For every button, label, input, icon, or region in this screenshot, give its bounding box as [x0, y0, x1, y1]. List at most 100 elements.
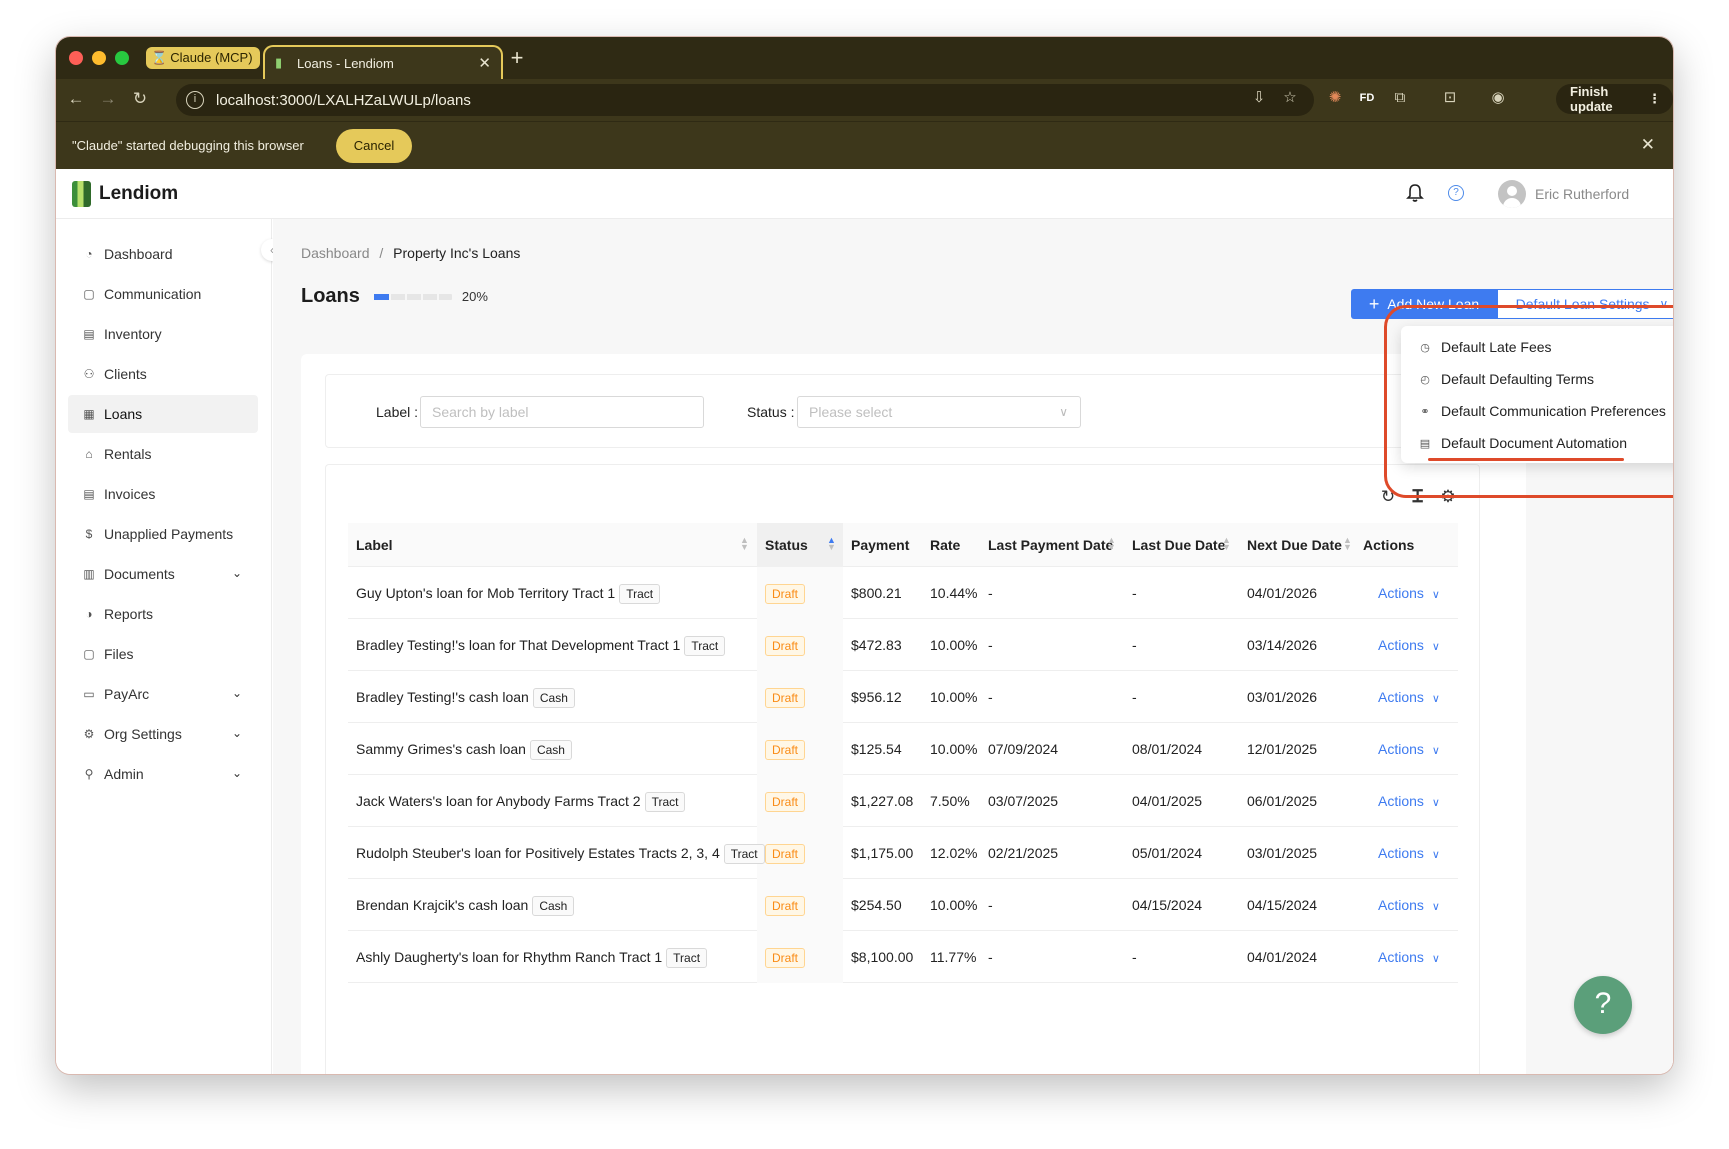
menu-item-label: Default Communication Preferences — [1441, 403, 1666, 419]
row-actions-dropdown[interactable]: Actions ∨ — [1370, 671, 1440, 723]
brand-logo[interactable]: Lendiom — [72, 181, 178, 207]
menu-item-default-document-automation[interactable]: ▤ Default Document Automation — [1401, 427, 1673, 459]
reload-icon[interactable]: ↻ — [128, 87, 152, 111]
help-icon[interactable]: ? — [1448, 185, 1464, 201]
close-infobar-icon[interactable]: ✕ — [1641, 135, 1655, 155]
forward-icon[interactable]: → — [96, 87, 120, 111]
cell-status: Draft — [757, 827, 806, 879]
cell-label: Rudolph Steuber's loan for Positively Es… — [348, 827, 765, 879]
sidebar: ◔ Dashboard ▢ Communication ▤ Inventory ⚇ Clien… — [56, 219, 272, 1074]
sidebar-item-reports[interactable]: ◑ Reports — [68, 595, 258, 633]
cell-label: Guy Upton's loan for Mob Territory Tract… — [348, 567, 661, 619]
column-header-status[interactable]: Status ▲ ▼ — [757, 523, 836, 567]
chevron-down-icon: ⌄ — [231, 686, 242, 700]
cancel-debugging-button[interactable]: Cancel — [336, 129, 412, 163]
cell-last-payment: 02/21/2025 — [988, 845, 1059, 861]
table-row: Bradley Testing!'s cash loan Cash Draft $95… — [348, 671, 1458, 723]
chevron-down-icon: ∨ — [1431, 901, 1440, 913]
sidebar-item-invoices[interactable]: ▤ Invoices — [68, 475, 258, 513]
sidebar-item-payarc[interactable]: ▭ PayArc ⌄ — [68, 675, 258, 713]
install-app-icon[interactable]: ⇩ — [1248, 87, 1270, 109]
status-select[interactable]: Please select ∨ — [797, 396, 1081, 428]
address-bar[interactable]: i localhost:3000/LXALHZaLWULp/loans — [176, 84, 1314, 116]
new-tab-button[interactable]: + — [505, 45, 529, 71]
tab-group-chip[interactable]: ⌛ Claude (MCP) — [146, 47, 260, 69]
row-actions-dropdown[interactable]: Actions ∨ — [1370, 567, 1440, 619]
sidebar-item-org-settings[interactable]: ⚙ Org Settings ⌄ — [68, 715, 258, 753]
row-actions-dropdown[interactable]: Actions ∨ — [1370, 619, 1440, 671]
minimize-window-button[interactable] — [92, 51, 106, 65]
extensions-puzzle-icon[interactable]: ⧉ — [1389, 87, 1411, 109]
app: Lendiom ? Eric Rutherford ◔ Dashboard ▢ Com… — [56, 169, 1673, 1074]
row-actions-dropdown[interactable]: Actions ∨ — [1370, 931, 1440, 983]
menu-item-default-defaulting-terms[interactable]: ◴ Default Defaulting Terms — [1401, 363, 1673, 395]
menu-item-label: Default Late Fees — [1441, 339, 1552, 355]
sidebar-item-documents[interactable]: ▥ Documents ⌄ — [68, 555, 258, 593]
status-badge: Draft — [765, 584, 806, 605]
sidebar-item-label: Org Settings — [104, 726, 182, 742]
maximize-window-button[interactable] — [115, 51, 129, 65]
help-chat-button[interactable]: ? — [1574, 976, 1632, 1034]
progress-fill — [373, 293, 390, 300]
breadcrumb-dashboard[interactable]: Dashboard — [301, 245, 370, 261]
table-settings-gear-icon[interactable]: ⚙ — [1438, 487, 1458, 507]
back-icon[interactable]: ← — [64, 87, 88, 111]
sort-icon: ▲ ▼ — [1343, 535, 1352, 552]
sidebar-item-unapplied-payments[interactable]: $ Unapplied Payments — [68, 515, 258, 553]
link-icon: ⚭ — [1420, 405, 1430, 418]
lendiom-logo-icon — [72, 181, 91, 207]
tab-loans[interactable]: ▮ Loans - Lendiom ✕ — [263, 45, 503, 79]
label-search-input[interactable]: Search by label — [420, 396, 704, 428]
sidebar-item-admin[interactable]: ⚲ Admin ⌄ — [68, 755, 258, 793]
tab-search-icon[interactable]: ⊡ — [1439, 87, 1461, 109]
sidebar-item-rentals[interactable]: ⌂ Rentals — [68, 435, 258, 473]
sidebar-item-communication[interactable]: ▢ Communication — [68, 275, 258, 313]
chevron-down-icon: ⌄ — [231, 726, 242, 740]
menu-item-default-communication-preferences[interactable]: ⚭ Default Communication Preferences — [1401, 395, 1673, 427]
status-filter-label: Status : — [747, 404, 795, 420]
add-new-loan-button[interactable]: + Add New Loan — [1351, 289, 1497, 319]
column-height-icon[interactable]: Ꮖ — [1408, 487, 1428, 507]
cell-rate: 12.02% — [930, 845, 978, 861]
row-actions-dropdown[interactable]: Actions ∨ — [1370, 775, 1440, 827]
finish-update-button[interactable]: Finish update ⋮ — [1556, 84, 1673, 114]
reload-table-icon[interactable]: ↻ — [1378, 487, 1398, 507]
claude-extension-icon[interactable]: ✺ — [1324, 87, 1346, 109]
user-menu[interactable]: Eric Rutherford — [1498, 180, 1629, 208]
default-loan-settings-button[interactable]: Default Loan Settings ∨ — [1497, 289, 1673, 319]
sidebar-item-label: Files — [104, 646, 134, 662]
menu-item-default-late-fees[interactable]: ◷ Default Late Fees — [1401, 331, 1673, 363]
column-header-next-due-date[interactable]: Next Due Date ▲ ▼ — [1239, 523, 1352, 567]
column-header-last-due-date[interactable]: Last Due Date ▲ ▼ — [1124, 523, 1231, 567]
row-actions-dropdown[interactable]: Actions ∨ — [1370, 723, 1440, 775]
sidebar-item-label: Communication — [104, 286, 202, 302]
tab-close-icon[interactable]: ✕ — [478, 54, 491, 72]
sidebar-item-label: Unapplied Payments — [104, 526, 234, 542]
cell-rate: 10.44% — [930, 585, 978, 601]
sidebar-item-dashboard[interactable]: ◔ Dashboard — [68, 235, 258, 273]
sidebar-item-clients[interactable]: ⚇ Clients — [68, 355, 258, 393]
sidebar-item-files[interactable]: ▢ Files — [68, 635, 258, 673]
notification-bell-icon[interactable] — [1406, 183, 1424, 203]
debugging-message: "Claude" started debugging this browser — [72, 138, 304, 153]
progress-label: 20% — [461, 289, 488, 304]
actions-label: Actions — [1378, 741, 1424, 757]
column-header-label[interactable]: Label ▲ ▼ — [348, 523, 749, 567]
cell-payment: $254.50 — [851, 897, 902, 913]
user-name: Eric Rutherford — [1535, 186, 1630, 202]
column-header-last-payment-date[interactable]: Last Payment Date ▲ ▼ — [980, 523, 1116, 567]
profile-icon[interactable]: ◉ — [1487, 87, 1509, 109]
row-actions-dropdown[interactable]: Actions ∨ — [1370, 827, 1440, 879]
progress-segment-divider — [420, 293, 423, 300]
sidebar-item-loans[interactable]: ▦ Loans — [68, 395, 258, 433]
sidebar-item-inventory[interactable]: ▤ Inventory — [68, 315, 258, 353]
cell-last-payment: 03/07/2025 — [988, 793, 1059, 809]
close-window-button[interactable] — [69, 51, 83, 65]
bookmark-star-icon[interactable]: ☆ — [1279, 87, 1301, 109]
row-actions-dropdown[interactable]: Actions ∨ — [1370, 879, 1440, 931]
table-row: Jack Waters's loan for Anybody Farms Tra… — [348, 775, 1458, 827]
loans-table-card: ↻ Ꮖ ⚙ Label ▲ ▼ Status ▲ ▼ Payment Rate Last… — [325, 464, 1480, 1074]
fd-extension-icon[interactable]: FD — [1356, 87, 1378, 109]
chevron-down-icon: ∨ — [1431, 641, 1440, 653]
site-info-icon[interactable]: i — [186, 91, 204, 109]
